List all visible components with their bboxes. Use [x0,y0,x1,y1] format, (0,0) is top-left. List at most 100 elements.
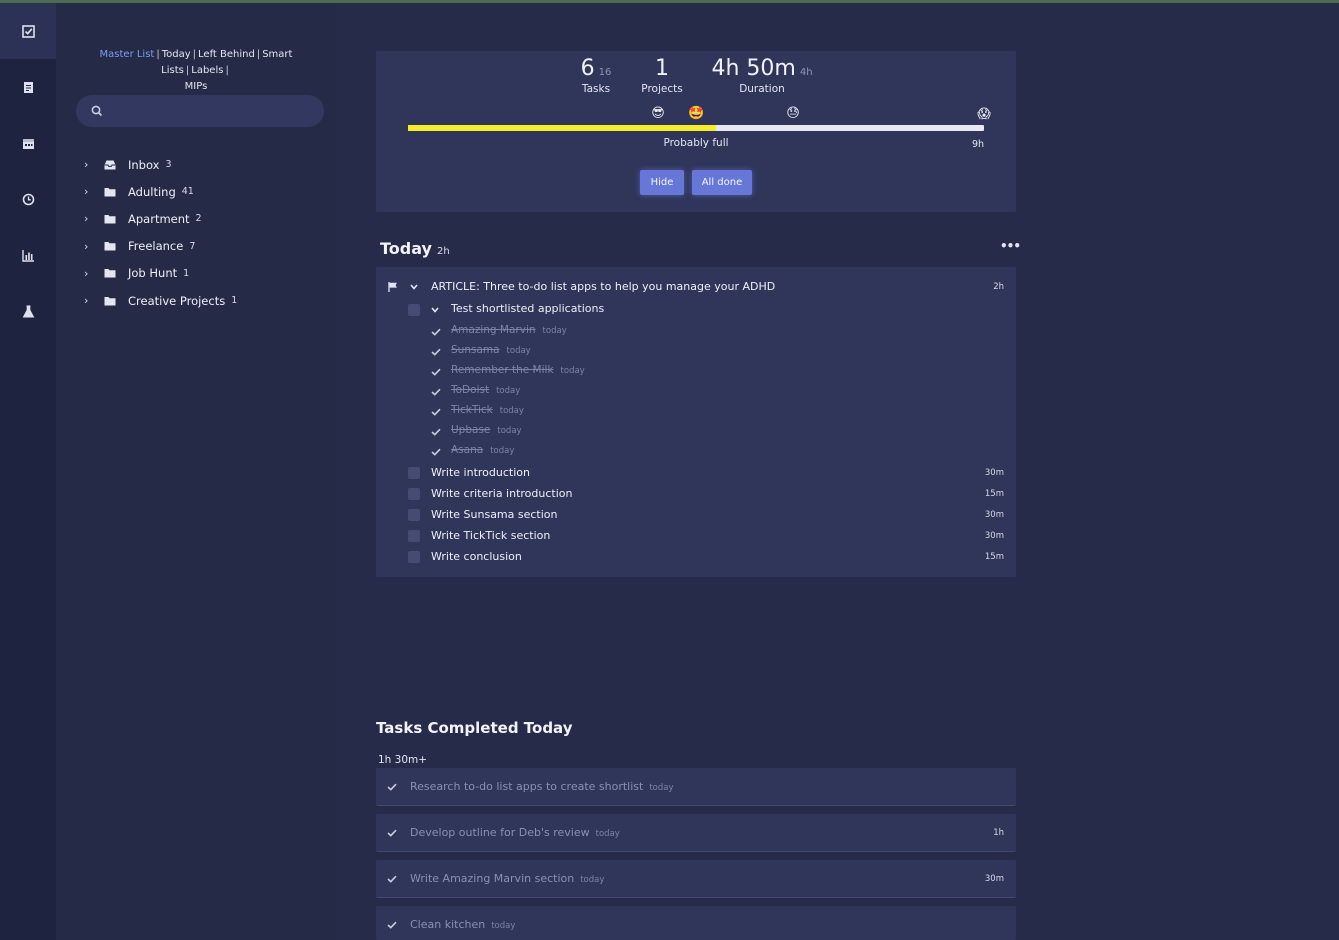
subgroup-title: Test shortlisted applications [451,302,605,315]
task-checkbox[interactable] [408,551,420,563]
rail-tasks-button[interactable] [0,3,56,59]
folder-item-adulting[interactable]: › Adulting 41 [84,178,324,205]
task-checkbox[interactable] [408,509,420,521]
date-tag: today [649,783,674,793]
folder-item-creative-projects[interactable]: › Creative Projects 1 [84,287,324,314]
flag-icon[interactable] [388,282,398,292]
folder-item-freelance[interactable]: › Freelance 7 [84,233,324,260]
task-row[interactable]: Write conclusion 15m [376,547,1016,567]
tasks-total: 16 [598,67,612,78]
check-icon[interactable] [430,446,442,458]
search-input[interactable] [112,95,312,127]
search-box[interactable] [76,95,324,127]
chevron-down-icon[interactable] [431,307,439,313]
project-title: ARTICLE: Three to-do list apps to help y… [431,280,776,293]
check-icon[interactable] [386,781,398,793]
date-tag: today [497,426,522,436]
project-time: 2h [993,282,1004,292]
nav-link-left-behind[interactable]: Left Behind [198,49,255,60]
done-subtask-text: TickTick today [451,404,524,416]
bar-chart-icon [21,249,34,262]
subgroup-row[interactable]: Test shortlisted applications [376,299,1016,319]
folder-name: Freelance [128,239,184,254]
done-subtask-row[interactable]: Asana today [376,441,1016,461]
chevron-right-icon[interactable]: › [84,267,96,280]
done-subtask-row[interactable]: Sunsama today [376,341,1016,361]
nav-link-today[interactable]: Today [162,49,191,60]
rail-clock-button[interactable] [0,171,56,227]
nav-link-mips[interactable]: MIPs [185,81,208,92]
date-tag: today [560,366,585,376]
nav-link-labels[interactable]: Labels [191,65,223,76]
task-checkbox[interactable] [408,488,420,500]
tasks-count: 6 [580,56,595,81]
folder-count: 1 [183,267,190,279]
rail-notes-button[interactable] [0,59,56,115]
projects-label: Projects [641,83,683,95]
check-icon[interactable] [386,827,398,839]
check-icon[interactable] [430,366,442,378]
check-icon[interactable] [386,919,398,931]
emoji-cool: 😎 [651,106,665,121]
chevron-down-icon[interactable] [410,284,418,290]
emoji-sweat: 😓 [786,106,800,121]
emoji-scream: 😱 [977,107,991,122]
done-subtask-text: Amazing Marvin today [451,324,567,336]
sidebar: Master List | Today | Left Behind | Smart List… [56,3,336,940]
folder-count: 3 [165,159,172,171]
chevron-right-icon[interactable]: › [84,240,96,253]
task-checkbox[interactable] [408,304,420,316]
folder-item-job-hunt[interactable]: › Job Hunt 1 [84,260,324,287]
hide-button[interactable]: Hide [640,170,684,195]
stat-duration: 4h 50m 4h Duration [708,56,816,95]
check-icon[interactable] [430,386,442,398]
folder-item-apartment[interactable]: › Apartment 2 [84,205,324,232]
check-icon[interactable] [430,346,442,358]
done-subtask-row[interactable]: ToDoist today [376,381,1016,401]
task-time: 30m [984,531,1004,541]
all-done-button[interactable]: All done [692,170,752,195]
check-icon[interactable] [386,873,398,885]
completed-task-card[interactable]: Research to-do list apps to create short… [376,768,1016,806]
rail-calendar-button[interactable] [0,115,56,171]
nav-separator: | [185,65,190,76]
done-subtask-row[interactable]: TickTick today [376,401,1016,421]
chevron-right-icon[interactable]: › [84,158,96,171]
check-icon[interactable] [430,426,442,438]
project-row[interactable]: ARTICLE: Three to-do list apps to help y… [376,277,1016,297]
duration-extra: 4h [799,67,813,78]
folder-count: 1 [231,295,238,307]
task-checkbox[interactable] [408,467,420,479]
task-row[interactable]: Write introduction 30m [376,463,1016,483]
done-subtask-text: Upbase today [451,424,522,436]
chevron-right-icon[interactable]: › [84,212,96,225]
clock-icon [22,193,34,205]
day-summary-card: 6 16 Tasks 1 Projects 4h 50m 4h Duration 😎… [376,51,1016,212]
check-icon[interactable] [430,406,442,418]
check-icon[interactable] [430,326,442,338]
nav-link-master-list[interactable]: Master List [100,49,155,60]
rail-labs-button[interactable] [0,283,56,339]
flask-icon [22,305,34,317]
task-text: Write introduction [431,466,530,479]
task-text: Write conclusion [431,550,522,563]
done-subtask-row[interactable]: Upbase today [376,421,1016,441]
task-row[interactable]: Write TickTick section 30m [376,526,1016,546]
done-subtask-row[interactable]: Amazing Marvin today [376,321,1016,341]
date-tag: today [506,346,531,356]
chevron-right-icon[interactable]: › [84,185,96,198]
chevron-right-icon[interactable]: › [84,294,96,307]
task-row[interactable]: Write criteria introduction 15m [376,484,1016,504]
task-text: Write criteria introduction [431,487,573,500]
folder-item-inbox[interactable]: › Inbox 3 [84,151,324,178]
completed-task-card[interactable]: Write Amazing Marvin section today 30m [376,860,1016,898]
today-section-title: Today 2h [380,239,450,258]
task-row[interactable]: Write Sunsama section 30m [376,505,1016,525]
rail-stats-button[interactable] [0,227,56,283]
completed-task-card[interactable]: Clean kitchen today [376,906,1016,940]
projects-count: 1 [655,56,669,81]
done-subtask-row[interactable]: Remember the Milk today [376,361,1016,381]
more-options-icon[interactable]: ••• [1000,239,1021,253]
task-checkbox[interactable] [408,530,420,542]
completed-task-card[interactable]: Develop outline for Deb's review today 1h [376,814,1016,852]
